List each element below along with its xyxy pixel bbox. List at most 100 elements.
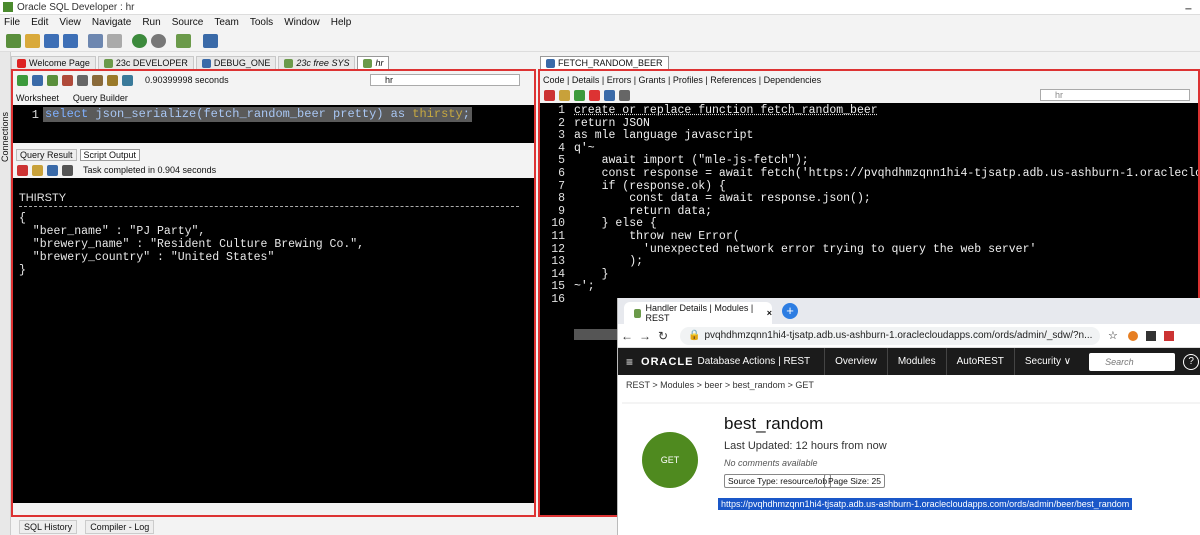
menu-navigate[interactable]: Navigate <box>92 17 131 28</box>
nav-modules[interactable]: Modules <box>886 348 946 375</box>
address-bar: ← → ↻ 🔒 pvqhdhmzqnn1hi4-tjsatp.adb.us-as… <box>618 324 1200 348</box>
tab-23c-free-sys[interactable]: 23c free SYS <box>278 56 356 69</box>
comments: No comments available <box>724 458 818 468</box>
menu-edit[interactable]: Edit <box>31 17 48 28</box>
hamburger-icon[interactable]: ≡ <box>626 355 633 369</box>
compile-icon[interactable] <box>604 89 615 101</box>
tab-worksheet[interactable]: Worksheet <box>16 93 59 103</box>
print-icon[interactable] <box>62 164 73 176</box>
connection-select[interactable]: hr <box>370 74 520 86</box>
connections-strip[interactable]: Connections <box>0 52 11 535</box>
pin-icon[interactable] <box>17 164 28 176</box>
menu-window[interactable]: Window <box>284 17 320 28</box>
menu-file[interactable]: File <box>4 17 20 28</box>
nav-autorest[interactable]: AutoREST <box>945 348 1014 375</box>
pin-icon[interactable] <box>544 89 555 101</box>
extension-icon[interactable] <box>1127 330 1138 341</box>
sql-editor[interactable]: 1 select json_serialize(fetch_random_bee… <box>13 105 534 143</box>
menu-run[interactable]: Run <box>142 17 160 28</box>
tab-welcome-page[interactable]: Welcome Page <box>11 56 96 69</box>
autotrace-icon[interactable] <box>77 74 88 86</box>
app-icon <box>3 2 13 12</box>
run-icon[interactable] <box>17 74 28 86</box>
nav-security[interactable]: Security ∨ <box>1013 348 1081 375</box>
browser-tab-bar: Handler Details | Modules | REST × + <box>618 298 1200 324</box>
menu-tools[interactable]: Tools <box>250 17 273 28</box>
search-input[interactable]: Search <box>1089 352 1176 371</box>
menu-source[interactable]: Source <box>172 17 204 28</box>
editor-line: 1 select json_serialize(fetch_random_bee… <box>13 107 534 122</box>
title-bar: Oracle SQL Developer : hr 🗕 <box>0 0 1200 15</box>
tab-debug-one[interactable]: DEBUG_ONE <box>195 56 277 69</box>
code-subtabs[interactable]: Code | Details | Errors | Grants | Profi… <box>540 72 1198 88</box>
menu-team[interactable]: Team <box>214 17 238 28</box>
monitor-icon[interactable] <box>203 33 218 48</box>
connections-label: Connections <box>0 111 11 163</box>
handler-url[interactable]: https://pvqhdhmzqnn1hi4-tjsatp.adb.us-as… <box>718 498 1133 510</box>
extension-icon[interactable] <box>1145 330 1156 341</box>
save-output-icon[interactable] <box>47 164 58 176</box>
function-source: create or replace function fetch_random_… <box>574 104 1198 294</box>
database-icon[interactable] <box>176 33 191 48</box>
main-toolbar <box>0 30 1200 52</box>
code-toolbar: hr <box>540 87 1198 103</box>
undo-icon[interactable] <box>88 33 103 48</box>
redo-icon[interactable] <box>107 33 122 48</box>
cursor-line <box>574 329 618 340</box>
menu-bar: File Edit View Navigate Run Source Team … <box>0 15 1200 30</box>
debug-icon[interactable] <box>589 89 600 101</box>
script-output-area[interactable]: THIRSTY { "beer_name" : "PJ Party", "bre… <box>13 178 534 503</box>
tab-compiler-log[interactable]: Compiler - Log <box>85 520 155 534</box>
reload-icon[interactable]: ↻ <box>654 329 672 343</box>
worksheet-panel: 0.90399998 seconds hr Worksheet Query Bu… <box>11 69 536 517</box>
breadcrumb[interactable]: REST > Modules > beer > best_random > GE… <box>626 380 814 390</box>
rollback-icon[interactable] <box>62 74 73 86</box>
tab-hr[interactable]: hr <box>357 56 390 69</box>
forward-icon[interactable]: → <box>636 329 654 343</box>
elapsed-time: 0.90399998 seconds <box>145 75 229 85</box>
save-icon[interactable] <box>44 33 59 48</box>
run-icon[interactable] <box>574 89 585 101</box>
save-all-icon[interactable] <box>63 33 78 48</box>
result-tabs: Query Result Script Output <box>13 147 534 163</box>
url-field[interactable]: 🔒 pvqhdhmzqnn1hi4-tjsatp.adb.us-ashburn-… <box>680 326 1100 345</box>
clear-icon[interactable] <box>107 74 118 86</box>
help-icon[interactable]: ? <box>1183 353 1200 370</box>
connection-select[interactable]: hr <box>1040 89 1190 101</box>
edit-icon[interactable] <box>559 89 570 101</box>
column-header: THIRSTY <box>19 192 67 204</box>
tab-fetch-random-beer[interactable]: FETCH_RANDOM_BEER <box>540 56 669 69</box>
close-tab-icon[interactable]: × <box>767 308 772 318</box>
tab-23c-developer[interactable]: 23c DEVELOPER <box>97 56 194 69</box>
app-name: Database Actions | REST <box>697 356 811 367</box>
back-icon[interactable] <box>132 33 147 48</box>
bottom-tabs: SQL History Compiler - Log <box>11 519 536 535</box>
explain-icon[interactable] <box>92 74 103 86</box>
nav-overview[interactable]: Overview <box>824 348 887 375</box>
menu-view[interactable]: View <box>59 17 81 28</box>
tab-query-builder[interactable]: Query Builder <box>73 93 128 103</box>
browser-tab[interactable]: Handler Details | Modules | REST × <box>624 302 772 324</box>
open-icon[interactable] <box>25 33 40 48</box>
tab-query-result[interactable]: Query Result <box>16 149 77 161</box>
new-icon[interactable] <box>6 33 21 48</box>
back-icon[interactable]: ← <box>618 329 636 343</box>
commit-icon[interactable] <box>47 74 58 86</box>
function-icon <box>546 58 555 68</box>
tab-script-output[interactable]: Script Output <box>79 149 141 161</box>
menu-help[interactable]: Help <box>331 17 352 28</box>
method-card: GET <box>622 404 718 535</box>
tab-sql-history[interactable]: SQL History <box>19 520 78 534</box>
last-updated: Last Updated: 12 hours from now <box>724 440 887 452</box>
connection-icon <box>363 58 373 68</box>
eraser-icon[interactable] <box>32 164 43 176</box>
forward-icon[interactable] <box>151 33 166 48</box>
refresh-icon[interactable] <box>619 89 630 101</box>
history-icon[interactable] <box>122 74 133 86</box>
handler-details: GET best_random Last Updated: 12 hours f… <box>622 402 1200 535</box>
run-script-icon[interactable] <box>32 74 43 86</box>
extension-icon[interactable] <box>1163 330 1174 341</box>
new-tab-button[interactable]: + <box>782 303 798 319</box>
line-numbers: 1 2 3 4 5 6 7 8 9 10 11 12 13 14 15 16 <box>551 104 565 306</box>
bookmark-star-icon[interactable]: ☆ <box>1108 329 1118 342</box>
